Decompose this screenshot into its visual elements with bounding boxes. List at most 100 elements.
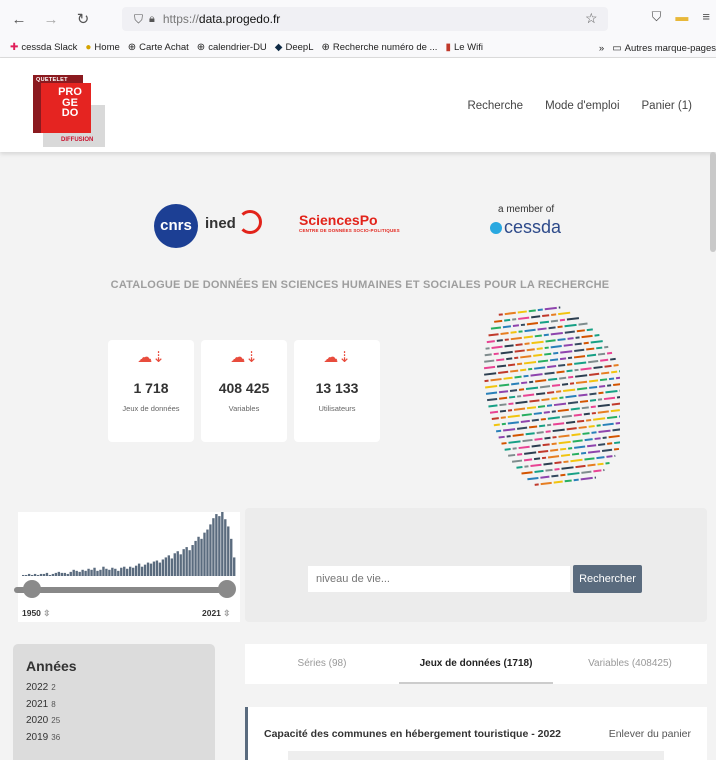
sphere-stripe [517, 310, 527, 314]
histogram-bar [24, 574, 28, 576]
sphere-stripe [551, 474, 559, 478]
folder-icon: ▭ [612, 42, 622, 54]
sphere-stripe [611, 370, 618, 374]
sphere-stripe [544, 436, 551, 440]
histogram-bar [137, 563, 141, 576]
globe-icon: ⊕ [196, 42, 206, 53]
histogram-bar [206, 529, 209, 576]
bookmark-calendrier[interactable]: ⊕ calendrier-DU [197, 42, 267, 53]
sphere-stripe [496, 339, 503, 342]
back-icon[interactable]: ← [8, 11, 30, 28]
sphere-stripe [586, 347, 595, 351]
sphere-stripe [557, 408, 569, 413]
bookmark-wifi[interactable]: ▮ Le Wifi [445, 42, 483, 53]
sphere-stripe [580, 367, 592, 371]
histogram-bar [149, 563, 153, 576]
progedo-logo[interactable]: QUETELET PRO GE DO DIFFUSION [33, 75, 105, 147]
cessda-member-text: a member of [498, 204, 555, 215]
year-facet-item[interactable]: 2022 2 [26, 682, 215, 699]
nav-cart-link[interactable]: Panier (1) [642, 100, 693, 112]
sphere-stripe [539, 385, 551, 389]
bookmark-star-icon[interactable]: ☆ [585, 10, 598, 27]
year-range-end[interactable]: 2021 ⇳ [202, 608, 230, 619]
sphere-stripe [563, 460, 569, 464]
year-range-slider[interactable] [14, 587, 228, 593]
sphere-stripe [586, 353, 597, 357]
sphere-stripe [549, 358, 559, 362]
sphere-stripe [491, 345, 503, 349]
histogram-bar [102, 566, 105, 576]
search-input[interactable] [308, 566, 570, 592]
sphere-stripe [558, 434, 570, 438]
result-title[interactable]: Capacité des communes en hébergement tou… [264, 728, 561, 740]
tab-series[interactable]: Séries (98) [245, 644, 399, 684]
results-tabs: Séries (98) Jeux de données (1718) Varia… [245, 644, 707, 684]
sphere-stripe [613, 383, 620, 387]
folder-icon[interactable]: ▬ [675, 9, 688, 25]
cessda-logo[interactable]: cessda [490, 217, 561, 238]
bookmarks-more-button[interactable]: » [599, 43, 604, 54]
year-facet-item[interactable]: 2020 25 [26, 715, 215, 732]
bookmark-cessda-slack[interactable]: ✚ cessda Slack [10, 42, 77, 53]
tab-datasets[interactable]: Jeux de données (1718) [399, 644, 553, 684]
sphere-stripe [567, 363, 573, 366]
sphere-stripe [556, 390, 562, 393]
search-button[interactable]: Rechercher [573, 565, 642, 593]
sphere-stripe [534, 469, 544, 473]
sphere-stripe [490, 378, 502, 382]
forward-icon[interactable]: → [40, 11, 62, 28]
sphere-stripe [498, 435, 505, 439]
year-range-end-handle[interactable] [218, 580, 236, 598]
cloud-download-icon: ☁︎⇣ [323, 349, 351, 366]
url-bar[interactable]: ⛉ 🔒︎ https://data.progedo.fr [122, 7, 608, 31]
nav-search-link[interactable]: Recherche [467, 100, 523, 112]
sphere-stripe [508, 402, 514, 406]
sphere-stripe [504, 448, 511, 451]
sphere-stripe [533, 457, 541, 461]
sphere-stripe [597, 410, 609, 414]
sphere-stripe [566, 317, 580, 321]
pocket-icon[interactable]: ⛉ [652, 9, 662, 25]
sphere-stripe [597, 462, 604, 466]
menu-icon[interactable]: ≡ [702, 9, 710, 25]
sphere-stripe [498, 390, 509, 394]
sphere-stripe [540, 417, 546, 421]
sphere-stripe [525, 386, 539, 391]
stat-label: Variables [228, 404, 260, 413]
sphere-stripe [522, 438, 533, 443]
sphere-stripe [533, 353, 543, 357]
sphere-stripe [573, 413, 582, 417]
cnrs-logo[interactable]: cnrs [154, 204, 198, 248]
sphere-stripe [550, 345, 562, 349]
histogram-bar [221, 512, 224, 576]
reload-icon[interactable]: ↻ [72, 10, 94, 28]
sphere-stripe [592, 417, 606, 421]
sphere-stripe [511, 382, 520, 386]
sphere-stripe [610, 357, 616, 361]
year-range-start[interactable]: 1950 ⇳ [22, 608, 50, 619]
tab-variables[interactable]: Variables (408425) [553, 644, 707, 684]
main-nav: Recherche Mode d'emploi Panier (1) [467, 100, 692, 112]
other-bookmarks-folder[interactable]: ▭ Autres marque-pages [612, 43, 716, 54]
bookmark-deepl[interactable]: ◆ DeepL [275, 42, 314, 53]
sphere-stripe [550, 331, 563, 336]
ined-logo[interactable]: ined [205, 215, 236, 232]
sphere-stripe [543, 462, 553, 466]
sphere-stripe [566, 427, 577, 431]
remove-from-cart-button[interactable]: Enlever du panier [609, 728, 691, 740]
histogram-bar [126, 568, 129, 576]
nav-manual-link[interactable]: Mode d'emploi [545, 100, 619, 112]
bookmark-carte-achat[interactable]: ⊕ Carte Achat [128, 42, 189, 53]
year-range-start-handle[interactable] [23, 580, 41, 598]
globe-icon: ⊕ [127, 42, 137, 53]
bookmark-home[interactable]: ● Home [85, 42, 119, 53]
sciencespo-logo[interactable]: SciencesPo [299, 212, 378, 228]
sphere-stripe [534, 437, 543, 441]
sphere-stripe [524, 342, 530, 345]
year-facet-item[interactable]: 2021 8 [26, 699, 215, 716]
sphere-stripe [570, 407, 580, 411]
year-facet-item[interactable]: 2019 36 [26, 732, 215, 749]
histogram-bar [90, 569, 93, 576]
sphere-stripe [496, 358, 505, 362]
bookmark-recherche[interactable]: ⊕ Recherche numéro de ... [322, 42, 438, 53]
